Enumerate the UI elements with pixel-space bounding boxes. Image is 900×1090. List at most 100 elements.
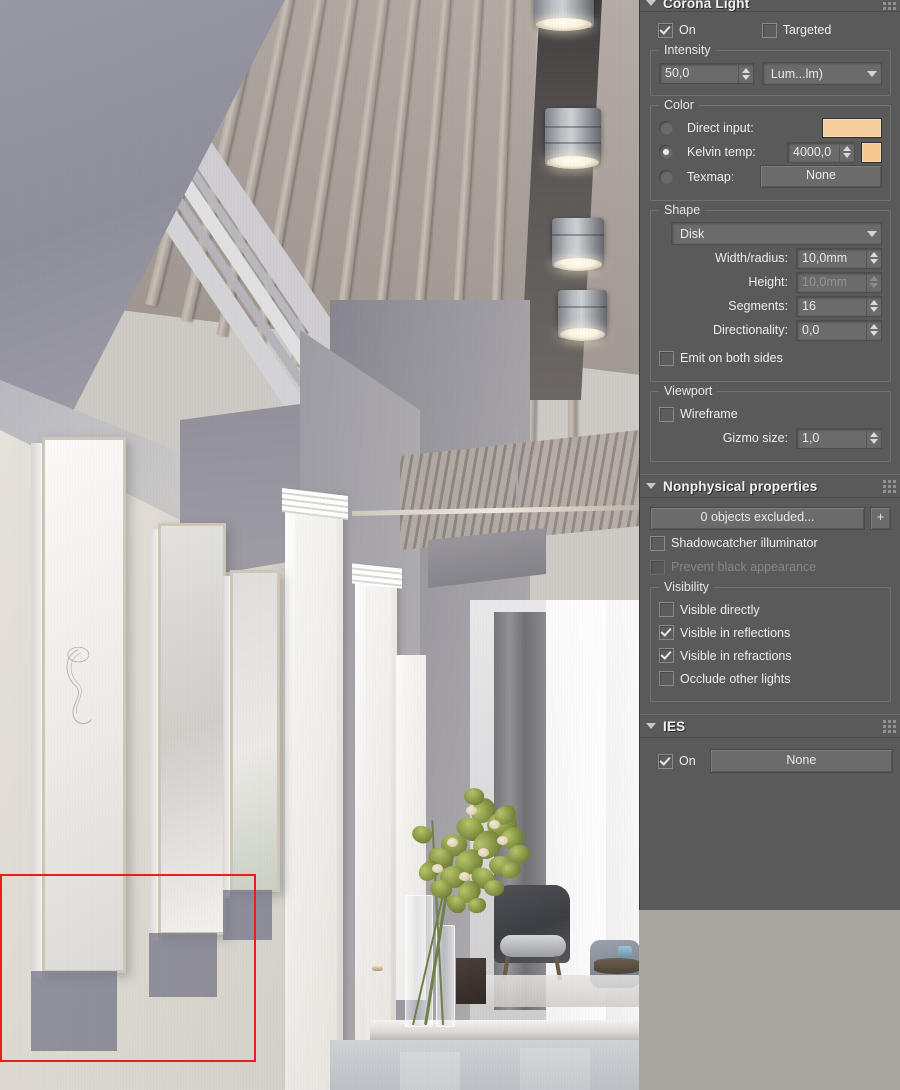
width-radius-value[interactable]: 10,0mm — [797, 250, 866, 267]
checkbox-targeted[interactable]: Targeted — [761, 22, 832, 38]
directionality-spinner[interactable]: 0,0 — [796, 319, 882, 341]
checkbox-visibility-3-label: Occlude other lights — [680, 671, 791, 686]
checkbox-wireframe[interactable]: Wireframe — [659, 406, 738, 422]
collapse-triangle-icon[interactable] — [646, 483, 656, 489]
kelvin-temp-value[interactable]: 4000,0 — [788, 144, 839, 161]
row-prevent-black: Prevent black appearance — [648, 556, 893, 578]
segments-spinner[interactable]: 16 — [796, 295, 882, 317]
radio-texmap-dot[interactable] — [659, 169, 673, 184]
row-on-targeted: On Targeted — [648, 19, 893, 41]
rollout-header-corona-light[interactable]: Corona Light — [640, 0, 900, 12]
checkbox-targeted-label: Targeted — [782, 23, 832, 37]
checkbox-emit-both-sides-box[interactable] — [659, 350, 674, 366]
rollout-header-ies[interactable]: IES — [640, 714, 900, 738]
render-viewport[interactable] — [0, 0, 639, 1090]
group-shape-legend: Shape — [659, 203, 706, 217]
width-radius-spinner-arrows[interactable] — [866, 248, 881, 268]
segments-value[interactable]: 16 — [797, 298, 866, 315]
texmap-button[interactable]: None — [760, 165, 882, 188]
intensity-spinner[interactable]: 50,0 — [659, 63, 754, 84]
intensity-unit-dropdown[interactable]: Lum...lm) — [761, 62, 882, 85]
segments-spinner-arrows[interactable] — [866, 296, 881, 316]
spinner-down-icon[interactable] — [870, 307, 878, 312]
exclude-objects-button[interactable]: 0 objects excluded... — [650, 507, 865, 530]
gizmo-size-spinner[interactable]: 1,0 — [796, 427, 882, 449]
row-emit-both-sides: Emit on both sides — [659, 347, 882, 369]
checkbox-ies-on-box[interactable] — [658, 753, 673, 769]
downlight-2 — [545, 108, 601, 169]
checkbox-visibility-0-box[interactable] — [659, 602, 674, 617]
radio-direct-input[interactable] — [659, 121, 681, 135]
gizmo-size-value[interactable]: 1,0 — [797, 430, 866, 447]
spinner-up-icon — [870, 276, 878, 281]
radio-direct-input-dot[interactable] — [659, 121, 673, 135]
width-radius-spinner[interactable]: 10,0mm — [796, 247, 882, 269]
intensity-value[interactable]: 50,0 — [660, 65, 738, 82]
radio-kelvin-temp-dot[interactable] — [659, 145, 673, 159]
plant-bloom-6 — [497, 836, 508, 845]
kelvin-spinner-arrows[interactable] — [839, 142, 854, 162]
rollout-grip-icon[interactable] — [883, 479, 896, 493]
checkbox-light-on[interactable]: On — [658, 22, 696, 38]
spinner-down-icon[interactable] — [870, 331, 878, 336]
checkbox-visibility-2[interactable]: Visible in refractions — [659, 648, 792, 663]
radio-kelvin-temp[interactable] — [659, 145, 681, 159]
spinner-up-icon[interactable] — [843, 146, 851, 151]
rollout-grip-icon[interactable] — [883, 719, 896, 733]
checkbox-ies-on[interactable]: On — [658, 753, 696, 769]
checkbox-wireframe-box[interactable] — [659, 406, 674, 422]
spinner-down-icon[interactable] — [843, 153, 851, 158]
gizmo-size-spinner-arrows[interactable] — [866, 428, 881, 448]
group-viewport: Viewport Wireframe Gizmo size: 1,0 — [650, 384, 891, 462]
height-spinner-arrows — [866, 272, 881, 292]
spinner-up-icon[interactable] — [870, 324, 878, 329]
rail-drop-left — [386, 430, 388, 510]
spinner-down-icon[interactable] — [870, 439, 878, 444]
group-color-legend: Color — [659, 98, 699, 112]
command-panel[interactable]: Corona Light On Targeted Intensity 50,0 … — [639, 0, 900, 910]
checkbox-light-on-label: On — [679, 23, 696, 37]
checkbox-visibility-1-label: Visible in reflections — [680, 625, 791, 640]
spinner-up-icon[interactable] — [870, 252, 878, 257]
label-gizmo-size: Gizmo size: — [722, 431, 788, 445]
row-directionality: Directionality: 0,0 — [659, 319, 882, 341]
checkbox-shadowcatcher-box[interactable] — [650, 535, 665, 551]
checkbox-targeted-box[interactable] — [761, 22, 777, 38]
add-exclusion-button[interactable]: + — [870, 507, 891, 530]
checkbox-visibility-3[interactable]: Occlude other lights — [659, 671, 790, 686]
swatch-kelvin-temp[interactable] — [861, 141, 882, 163]
checkbox-visibility-2-box[interactable] — [659, 648, 674, 663]
row-direct-input: Direct input: — [659, 117, 882, 139]
chevron-down-icon[interactable] — [867, 70, 877, 77]
rollout-body-corona-light: On Targeted Intensity 50,0 Lum...lm) Col… — [640, 12, 900, 474]
checkbox-emit-both-sides[interactable]: Emit on both sides — [659, 350, 783, 366]
spinner-down-icon[interactable] — [741, 74, 750, 80]
chevron-down-icon[interactable] — [867, 230, 877, 237]
label-kelvin-temp: Kelvin temp: — [687, 145, 756, 159]
height-spinner: 10,0mm — [796, 271, 882, 293]
kelvin-temp-spinner[interactable]: 4000,0 — [787, 141, 855, 163]
checkbox-visibility-3-box[interactable] — [659, 671, 674, 686]
checkbox-light-on-box[interactable] — [658, 22, 673, 38]
checkbox-visibility-0[interactable]: Visible directly — [659, 602, 760, 617]
checkbox-visibility-1[interactable]: Visible in reflections — [659, 625, 790, 640]
checkbox-shadowcatcher-illuminator[interactable]: Shadowcatcher illuminator — [650, 535, 818, 551]
swatch-direct-input[interactable] — [822, 118, 882, 138]
directionality-value[interactable]: 0,0 — [797, 322, 866, 339]
spinner-up-icon[interactable] — [870, 300, 878, 305]
directionality-spinner-arrows[interactable] — [866, 320, 881, 340]
ies-file-button[interactable]: None — [709, 749, 893, 773]
intensity-spinner-arrows[interactable] — [737, 64, 753, 83]
spinner-up-icon[interactable] — [870, 432, 878, 437]
rollout-header-nonphysical[interactable]: Nonphysical properties — [640, 474, 900, 498]
checkbox-visibility-1-box[interactable] — [659, 625, 674, 640]
collapse-triangle-icon[interactable] — [646, 723, 656, 729]
shape-type-dropdown[interactable]: Disk — [671, 222, 882, 245]
rollout-grip-icon[interactable] — [883, 0, 896, 10]
spinner-up-icon[interactable] — [741, 67, 750, 73]
collapse-triangle-icon[interactable] — [646, 0, 656, 6]
spinner-down-icon[interactable] — [870, 259, 878, 264]
app-root: Corona Light On Targeted Intensity 50,0 … — [0, 0, 900, 1090]
radio-texmap[interactable] — [659, 169, 681, 184]
side-table — [594, 958, 639, 974]
